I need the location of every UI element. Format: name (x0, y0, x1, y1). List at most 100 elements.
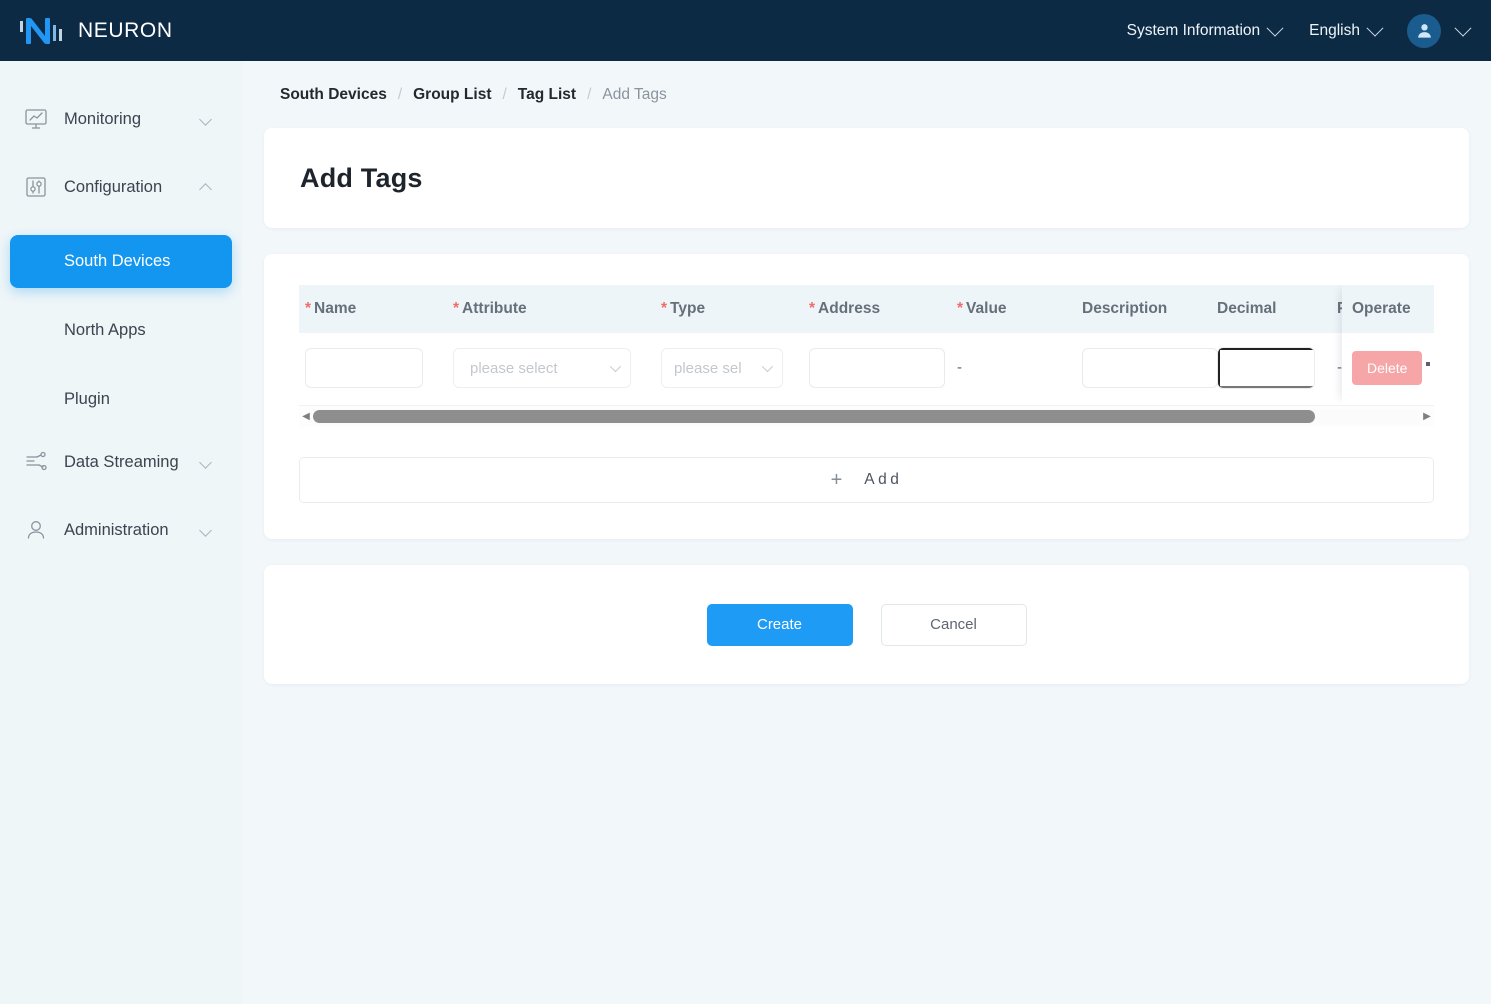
required-asterisk: * (809, 300, 815, 317)
scrollbar-thumb[interactable] (313, 410, 1315, 423)
chevron-down-icon (762, 361, 773, 372)
sidebar-item-plugin[interactable]: Plugin (10, 373, 232, 426)
address-input[interactable] (809, 348, 945, 388)
overflow-indicator-dot (1426, 362, 1430, 366)
value-placeholder-dash: - (957, 359, 962, 376)
column-label: Address (818, 300, 880, 317)
sidebar-item-administration[interactable]: Administration (0, 510, 242, 550)
horizontal-scrollbar[interactable]: ◀ ▶ (299, 405, 1434, 427)
tags-table: *Name *Attribute *Type *Address *Value (299, 285, 1434, 403)
page-title: Add Tags (300, 163, 423, 194)
sidebar-subitem-label: South Devices (64, 252, 170, 271)
column-label: Name (314, 300, 356, 317)
cell-type: please sel (647, 333, 795, 403)
cell-attribute: please select (439, 333, 647, 403)
column-header-value: *Value (943, 285, 1068, 333)
type-select-placeholder: please sel (674, 360, 762, 377)
table-body: please select please sel (299, 333, 1434, 403)
cancel-button[interactable]: Cancel (881, 604, 1027, 646)
table-row: please select please sel (299, 333, 1434, 403)
app-header: NEURON System Information English (0, 0, 1491, 61)
operate-cell: Delete (1342, 333, 1434, 403)
column-label: Type (670, 300, 705, 317)
column-header-address: *Address (795, 285, 943, 333)
avatar[interactable] (1407, 14, 1441, 48)
sliders-icon (22, 173, 50, 201)
system-information-menu[interactable]: System Information (1113, 0, 1296, 61)
person-icon (22, 516, 50, 544)
chevron-down-icon (1267, 19, 1284, 36)
sidebar-item-data-streaming[interactable]: Data Streaming (0, 442, 242, 482)
scroll-left-arrow-icon[interactable]: ◀ (299, 411, 313, 422)
attribute-select[interactable]: please select (453, 348, 631, 388)
system-information-label: System Information (1127, 22, 1261, 40)
chevron-down-icon (199, 456, 212, 469)
breadcrumb-item-tag-list[interactable]: Tag List (518, 86, 576, 104)
chevron-down-icon (610, 361, 621, 372)
cell-address (795, 333, 943, 403)
neuron-logo-icon (18, 14, 64, 48)
header-right-group: System Information English (1113, 0, 1469, 61)
required-asterisk: * (453, 300, 459, 317)
user-menu[interactable] (1395, 14, 1469, 48)
sidebar: Monitoring Configuration South Devices N… (0, 61, 242, 1004)
breadcrumb-separator: / (398, 86, 402, 104)
create-button[interactable]: Create (707, 604, 853, 646)
cell-name (299, 333, 439, 403)
scroll-right-arrow-icon[interactable]: ▶ (1420, 411, 1434, 422)
sidebar-item-monitoring[interactable]: Monitoring (0, 99, 242, 139)
column-header-decimal: Decimal (1203, 285, 1323, 333)
plus-icon: + (831, 470, 843, 490)
brand-name: NEURON (78, 19, 173, 43)
name-input[interactable] (305, 348, 423, 388)
sidebar-subitem-label: North Apps (64, 321, 146, 340)
attribute-select-placeholder: please select (470, 360, 610, 377)
breadcrumb-separator: / (587, 86, 591, 104)
scrollbar-track[interactable] (313, 409, 1420, 425)
column-header-operate: Operate (1342, 285, 1434, 333)
required-asterisk: * (957, 300, 963, 317)
column-header-attribute: *Attribute (439, 285, 647, 333)
column-header-name: *Name (299, 285, 439, 333)
sidebar-subitem-label: Plugin (64, 390, 110, 409)
sidebar-item-label: Configuration (64, 178, 201, 197)
table-header: *Name *Attribute *Type *Address *Value (299, 285, 1434, 333)
brand: NEURON (18, 14, 173, 48)
breadcrumb-item-group-list[interactable]: Group List (413, 86, 491, 104)
add-tag-row-button[interactable]: + Add (299, 457, 1434, 503)
column-label: Decimal (1217, 300, 1276, 317)
table-header-row: *Name *Attribute *Type *Address *Value (299, 285, 1434, 333)
column-label: Description (1082, 300, 1167, 317)
sidebar-item-configuration[interactable]: Configuration (0, 167, 242, 207)
breadcrumb: South Devices / Group List / Tag List / … (264, 61, 1469, 128)
language-menu[interactable]: English (1295, 0, 1395, 61)
required-asterisk: * (305, 300, 311, 317)
decimal-stepper[interactable] (1217, 347, 1315, 389)
chevron-down-icon[interactable] (1455, 19, 1472, 36)
operate-sticky-column: Operate Delete (1342, 285, 1434, 403)
delete-button[interactable]: Delete (1352, 351, 1422, 385)
chevron-down-icon (199, 113, 212, 126)
sidebar-item-south-devices[interactable]: South Devices (10, 235, 232, 288)
form-actions-card: Create Cancel (264, 565, 1469, 684)
sidebar-item-label: Monitoring (64, 110, 201, 129)
page-title-card: Add Tags (264, 128, 1469, 228)
add-button-label: Add (864, 471, 902, 489)
sidebar-item-label: Data Streaming (64, 453, 201, 472)
breadcrumb-separator: / (502, 86, 506, 104)
column-header-type: *Type (647, 285, 795, 333)
chevron-down-icon (199, 524, 212, 537)
decimal-input[interactable] (1218, 348, 1315, 388)
breadcrumb-item-south-devices[interactable]: South Devices (280, 86, 387, 104)
cell-value: - (943, 333, 1068, 403)
chevron-down-icon (1367, 19, 1384, 36)
column-header-description: Description (1068, 285, 1203, 333)
breadcrumb-item-current: Add Tags (602, 86, 666, 104)
sidebar-item-north-apps[interactable]: North Apps (10, 304, 232, 357)
required-asterisk: * (661, 300, 667, 317)
column-label: Attribute (462, 300, 527, 317)
type-select[interactable]: please sel (661, 348, 783, 388)
monitor-chart-icon (22, 105, 50, 133)
description-input[interactable] (1082, 348, 1218, 388)
cell-description (1068, 333, 1203, 403)
